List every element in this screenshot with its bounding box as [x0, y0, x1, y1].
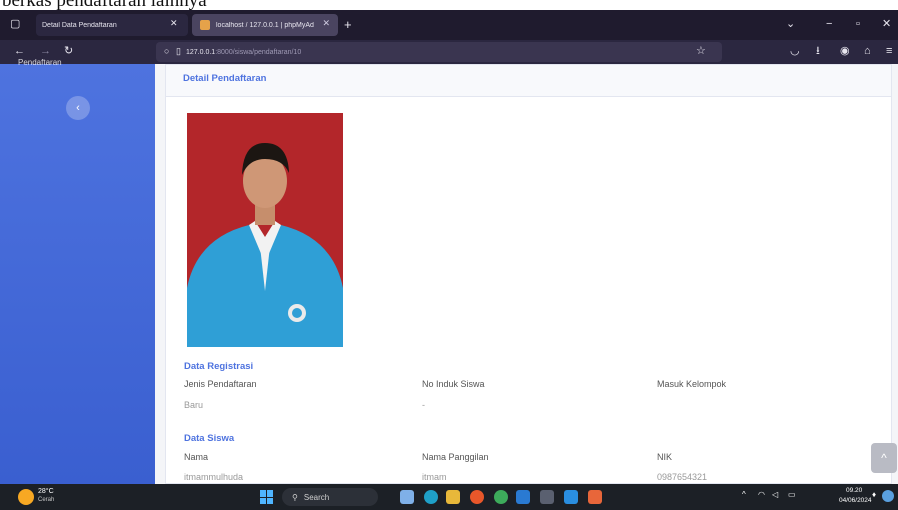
copilot-icon[interactable]	[882, 490, 894, 502]
label-no-induk-siswa: No Induk Siswa	[422, 379, 485, 389]
value-nik: 0987654321	[657, 472, 708, 482]
edge-icon[interactable]	[424, 490, 438, 504]
close-window-icon[interactable]: ✕	[882, 19, 891, 30]
value-no-induk-siswa: -	[422, 400, 425, 410]
phpmyadmin-favicon-icon	[200, 20, 210, 30]
reload-icon[interactable]: ↻	[64, 46, 73, 57]
tab-detail-pendaftaran[interactable]: Detail Data Pendaftaran	[36, 14, 188, 36]
section-title-siswa: Data Siswa	[184, 433, 235, 444]
value-nama-panggilan: itmam	[422, 472, 447, 482]
browser-tab-bar: ▢ Detail Data Pendaftaran ✕ localhost / …	[0, 10, 898, 40]
label-masuk-kelompok: Masuk Kelompok	[657, 379, 727, 389]
value-jenis-pendaftaran: Baru	[184, 400, 204, 410]
main-content: Detail Pendaftaran Data Registrasi Jenis…	[155, 64, 898, 484]
card-title: Detail Pendaftaran	[166, 65, 891, 97]
downloads-icon[interactable]: ⭳	[816, 46, 820, 57]
caption-text: berkas pendaftaran lainnya	[2, 0, 207, 10]
page-icon: ▯	[176, 46, 181, 56]
tab-close-icon[interactable]: ✕	[170, 19, 178, 28]
url-path: :8000/siswa/pendaftaran/10	[215, 48, 302, 56]
label-nik: NIK	[657, 452, 673, 462]
label-nama: Nama	[184, 452, 209, 462]
section-title-registrasi: Data Registrasi	[184, 361, 254, 372]
search-label: Search	[303, 492, 330, 502]
url-host: 127.0.0.1	[186, 48, 216, 56]
battery-icon[interactable]: ▭	[788, 490, 796, 499]
file-explorer-icon[interactable]	[446, 490, 460, 504]
pocket-icon[interactable]: ◡	[790, 46, 800, 57]
student-photo-image	[187, 113, 343, 347]
tab-overview-icon[interactable]: ▢	[10, 19, 20, 30]
shield-icon: ○	[164, 46, 170, 56]
store-icon[interactable]	[516, 490, 530, 504]
volume-icon[interactable]: ◁	[772, 490, 778, 499]
chrome-icon[interactable]	[494, 490, 508, 504]
sidebar-toggle-button[interactable]: ‹	[66, 96, 90, 120]
new-tab-button[interactable]: +	[344, 18, 352, 31]
extensions-icon[interactable]: ⌂	[864, 46, 871, 57]
weather-sun-icon[interactable]	[18, 489, 34, 505]
start-button[interactable]	[260, 490, 274, 504]
maximize-icon[interactable]: ▫	[856, 19, 860, 30]
sidebar-item-pendaftaran[interactable]: Pendaftaran	[18, 58, 62, 67]
clock-time[interactable]: 09.20	[846, 487, 862, 494]
wifi-icon[interactable]: ◠	[758, 490, 765, 499]
search-icon: ⚲	[292, 492, 298, 502]
account-icon[interactable]: ◉	[840, 46, 850, 57]
label-jenis-pendaftaran: Jenis Pendaftaran	[184, 379, 257, 389]
weather-temperature[interactable]: 28°C	[38, 488, 54, 495]
sidebar: Pendaftaran ‹	[0, 58, 155, 484]
firefox-icon[interactable]	[470, 490, 484, 504]
value-nama: itmammulhuda	[184, 472, 244, 482]
tab-label: Detail Data Pendaftaran	[42, 21, 117, 29]
weather-condition[interactable]: Cerah	[38, 497, 54, 503]
tab-phpmyadmin[interactable]: localhost / 127.0.0.1 | phpMyAd ✕	[192, 14, 338, 36]
notification-bell-icon[interactable]: ♦	[872, 490, 876, 499]
xampp-icon[interactable]	[588, 490, 602, 504]
menu-icon[interactable]: ≡	[886, 46, 892, 57]
minimize-icon[interactable]: −	[826, 19, 832, 30]
browser-nav-bar: ← → ↻ ○ ▯ 127.0.0.1 :8000/siswa/pendafta…	[0, 40, 898, 64]
vscode-icon[interactable]	[564, 490, 578, 504]
clock-date[interactable]: 04/06/2024	[839, 497, 872, 504]
forward-arrow-icon[interactable]: →	[40, 46, 51, 57]
windows-taskbar: 28°C Cerah ⚲ Search ^ ◠ ◁ ▭ 09.20 04/06/…	[0, 484, 898, 510]
widgets-icon[interactable]	[400, 490, 414, 504]
terminal-icon[interactable]	[540, 490, 554, 504]
scroll-to-top-button[interactable]: ^	[871, 443, 897, 473]
address-bar[interactable]: ○ ▯ 127.0.0.1 :8000/siswa/pendaftaran/10…	[156, 42, 722, 62]
student-photo	[187, 113, 343, 347]
detail-card: Detail Pendaftaran Data Registrasi Jenis…	[165, 64, 892, 484]
tab-label: localhost / 127.0.0.1 | phpMyAd	[216, 21, 314, 29]
label-nama-panggilan: Nama Panggilan	[422, 452, 489, 462]
tray-chevron-icon[interactable]: ^	[742, 490, 746, 499]
taskbar-search[interactable]: ⚲ Search	[282, 488, 378, 506]
caption-strip: berkas pendaftaran lainnya	[0, 0, 898, 10]
back-arrow-icon[interactable]: ←	[14, 46, 25, 57]
tab-close-icon[interactable]: ✕	[322, 18, 330, 29]
tab-list-chevron-icon[interactable]: ⌄	[786, 19, 795, 30]
bookmark-star-icon[interactable]: ☆	[696, 46, 706, 57]
